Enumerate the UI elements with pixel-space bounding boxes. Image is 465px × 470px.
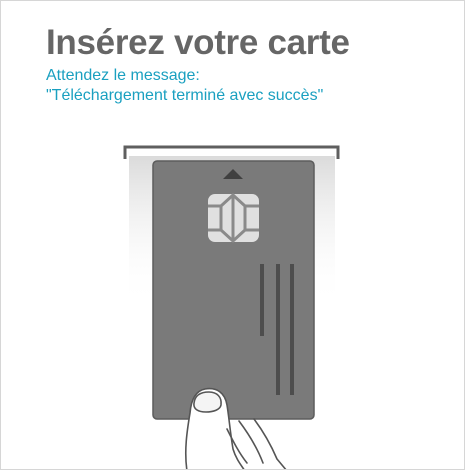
insert-card-screen: Insérez votre carte Attendez le message:… [0, 0, 465, 470]
insert-card-illustration [123, 145, 340, 469]
chip-icon [208, 192, 259, 244]
smart-card-icon [152, 160, 315, 420]
